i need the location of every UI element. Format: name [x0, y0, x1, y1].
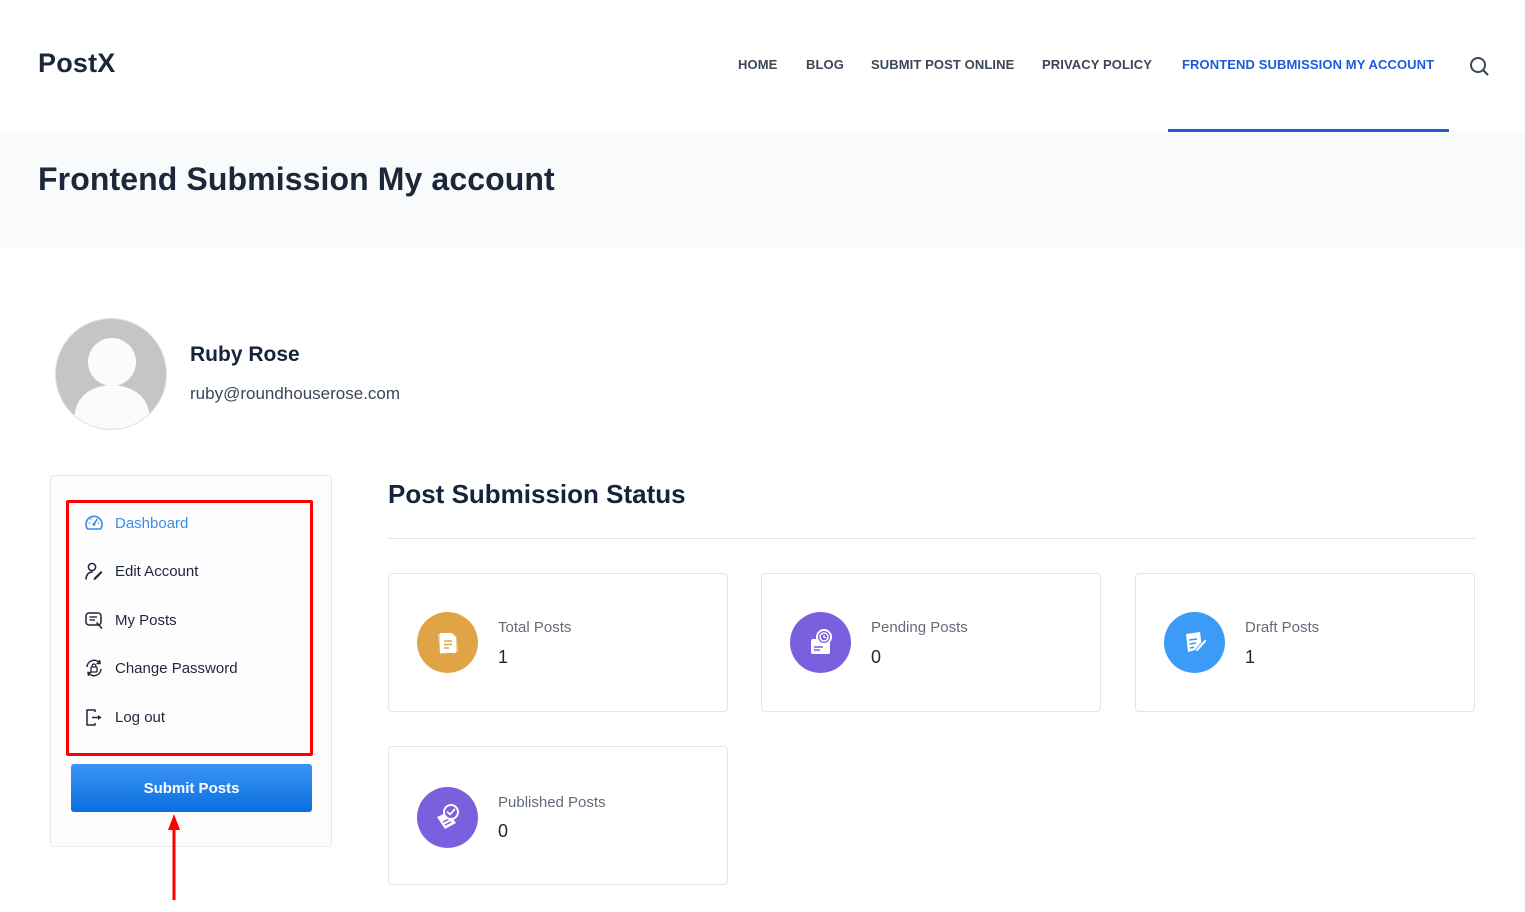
- submit-posts-button[interactable]: Submit Posts: [71, 764, 312, 812]
- stat-card-total-posts: Total Posts 1: [388, 573, 728, 712]
- stat-value: 0: [871, 647, 882, 667]
- sidebar-item-dashboard[interactable]: Dashboard: [84, 511, 188, 535]
- site-header: PostX HOME BLOG SUBMIT POST ONLINE PRIVA…: [0, 0, 1525, 132]
- sidebar-item-log-out[interactable]: Log out: [84, 705, 165, 729]
- sidebar-item-label: Log out: [115, 708, 166, 726]
- page-title-band: Frontend Submission My account: [0, 132, 1525, 249]
- stat-label: Draft Posts: [1245, 619, 1320, 636]
- pending-clock-icon: [790, 612, 851, 673]
- page-title: Frontend Submission My account: [38, 161, 555, 197]
- section-divider: [388, 538, 1475, 539]
- sidebar-item-change-password[interactable]: Change Password: [84, 656, 238, 680]
- sidebar-item-label: Dashboard: [115, 514, 189, 532]
- stat-value: 1: [1245, 647, 1256, 667]
- nav-frontend-submission-my-account[interactable]: FRONTEND SUBMISSION MY ACCOUNT: [1182, 57, 1434, 72]
- sidebar-item-edit-account[interactable]: Edit Account: [84, 559, 198, 583]
- published-check-icon: [417, 787, 478, 848]
- nav-blog[interactable]: BLOG: [806, 57, 844, 72]
- dashboard-gauge-icon: [84, 513, 104, 533]
- stat-label: Published Posts: [498, 794, 606, 811]
- stat-value: 0: [498, 821, 509, 841]
- sidebar-item-label: Change Password: [115, 659, 238, 677]
- stat-card-pending-posts: Pending Posts 0: [761, 573, 1101, 712]
- search-button[interactable]: [1468, 55, 1490, 77]
- stat-label: Pending Posts: [871, 619, 968, 636]
- stat-card-draft-posts: Draft Posts 1: [1135, 573, 1475, 712]
- main-nav: HOME BLOG SUBMIT POST ONLINE PRIVACY POL…: [0, 57, 1525, 77]
- search-icon: [1470, 57, 1489, 76]
- logout-icon: [84, 707, 104, 727]
- user-name: Ruby Rose: [190, 343, 300, 366]
- section-title: Post Submission Status: [388, 479, 686, 509]
- draft-edit-icon: [1164, 612, 1225, 673]
- sidebar-item-my-posts[interactable]: My Posts: [84, 608, 177, 632]
- stat-value: 1: [498, 647, 509, 667]
- posts-list-icon: [84, 610, 104, 630]
- sidebar-item-label: My Posts: [115, 611, 177, 629]
- nav-submit-post-online[interactable]: SUBMIT POST ONLINE: [871, 57, 1014, 72]
- stat-card-published-posts: Published Posts 0: [388, 746, 728, 885]
- nav-home[interactable]: HOME: [738, 57, 777, 72]
- lock-refresh-icon: [84, 658, 104, 678]
- user-placeholder-icon: [74, 338, 150, 429]
- document-icon: [417, 612, 478, 673]
- user-email: ruby@roundhouserose.com: [190, 384, 401, 403]
- sidebar-item-label: Edit Account: [115, 562, 199, 580]
- stat-label: Total Posts: [498, 619, 572, 636]
- user-edit-icon: [84, 561, 104, 581]
- avatar: [55, 318, 167, 430]
- nav-privacy-policy[interactable]: PRIVACY POLICY: [1042, 57, 1152, 72]
